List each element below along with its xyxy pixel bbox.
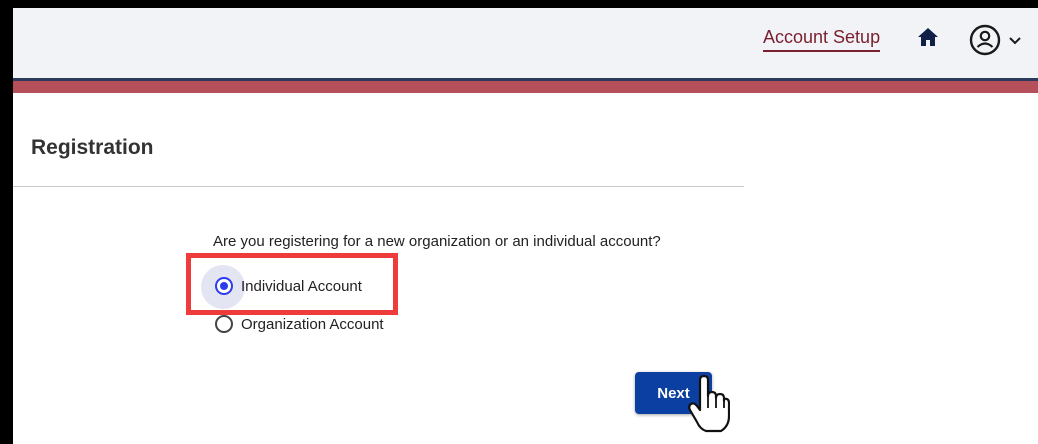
- radio-option-organization[interactable]: Organization Account: [215, 315, 384, 333]
- registration-question: Are you registering for a new organizati…: [213, 233, 661, 250]
- title-divider: [13, 186, 744, 187]
- user-menu[interactable]: [968, 23, 1028, 57]
- radio-label-organization: Organization Account: [241, 315, 384, 333]
- home-icon[interactable]: [917, 27, 939, 47]
- highlight-annotation-box: [186, 253, 398, 315]
- accent-bar: [13, 81, 1038, 93]
- top-header: [13, 8, 1038, 78]
- user-circle-icon: [969, 24, 1001, 56]
- page-title: Registration: [31, 136, 154, 159]
- chevron-down-icon: [1009, 37, 1021, 45]
- radio-organization[interactable]: [215, 315, 233, 333]
- next-button[interactable]: Next: [635, 372, 712, 414]
- nav-link-account-setup[interactable]: Account Setup: [763, 27, 881, 52]
